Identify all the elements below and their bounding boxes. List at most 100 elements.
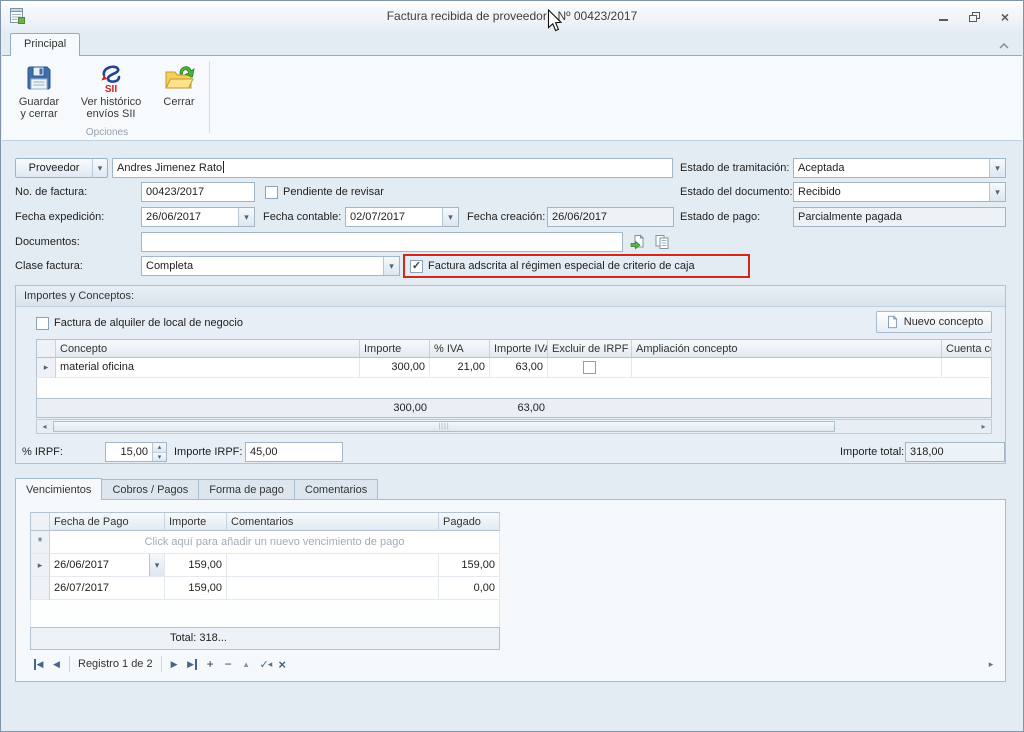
importe-total-field: 318,00	[905, 442, 1005, 462]
concepto-row[interactable]: ▸ material oficina 300,00 21,00 63,00	[36, 358, 992, 378]
titlebar[interactable]: Factura recibida de proveedor - Nº 00423…	[1, 1, 1023, 31]
copy-document-button[interactable]	[652, 232, 672, 252]
nav-edit-button[interactable]: ▲	[238, 656, 255, 673]
spin-down-button[interactable]: ▾	[153, 452, 166, 462]
nuevo-concepto-button[interactable]: Nuevo concepto	[876, 311, 992, 333]
pct-iva-cell[interactable]: 21,00	[430, 358, 490, 378]
comentarios-cell[interactable]	[227, 554, 439, 577]
comentarios-cell[interactable]	[227, 577, 439, 600]
cuenta-cell[interactable]	[942, 358, 992, 378]
column-header-importe-iva[interactable]: Importe IVA	[490, 339, 548, 358]
tab-comentarios[interactable]: Comentarios	[295, 479, 378, 500]
panel-scroll-right-button[interactable]: ▸	[983, 656, 999, 672]
column-header-ampliacion[interactable]: Ampliación concepto	[632, 339, 942, 358]
importe-cell[interactable]: 300,00	[360, 358, 430, 378]
cerrar-button[interactable]: Cerrar	[154, 59, 204, 125]
scroll-thumb[interactable]: ||||	[53, 421, 835, 432]
estado-documento-dropdown-button[interactable]: ▾	[989, 183, 1005, 201]
importe-irpf-input[interactable]: 45,00	[245, 442, 343, 462]
fecha-expedicion-picker[interactable]: 26/06/2017 ▾	[141, 207, 255, 227]
tab-forma-pago[interactable]: Forma de pago	[199, 479, 295, 500]
ampliacion-cell[interactable]	[632, 358, 942, 378]
vencimientos-header-row: Fecha de Pago Importe Comentarios Pagado	[30, 512, 500, 531]
nav-next-button[interactable]: ▶	[166, 656, 183, 673]
documentos-value	[142, 233, 622, 251]
estado-tramitacion-dropdown-button[interactable]: ▾	[989, 159, 1005, 177]
fecha-pago-cell[interactable]: 26/07/2017	[50, 577, 165, 600]
nav-add-button[interactable]: +	[202, 656, 219, 673]
excluir-irpf-checkbox[interactable]	[583, 361, 596, 374]
clase-factura-combo[interactable]: Completa ▾	[141, 256, 400, 276]
fecha-expedicion-dropdown-button[interactable]: ▾	[238, 208, 254, 226]
tab-principal[interactable]: Principal	[10, 33, 80, 56]
criterio-caja-highlight[interactable]: ✓ Factura adscrita al régimen especial d…	[403, 254, 750, 278]
fecha-pago-cell[interactable]: 26/06/2017 ▾	[50, 554, 165, 577]
column-header-excluir-irpf[interactable]: Excluir de IRPF	[548, 339, 632, 358]
pendiente-revisar-checkbox[interactable]: Pendiente de revisar	[265, 182, 384, 202]
column-header-comentarios[interactable]: Comentarios	[227, 512, 439, 531]
payment-row[interactable]: ▸ 26/06/2017 ▾ 159,00 159,00	[30, 554, 500, 577]
tab-vencimientos[interactable]: Vencimientos	[15, 478, 102, 500]
estado-documento-combo[interactable]: Recibido ▾	[793, 182, 1006, 202]
estado-pago-value: Parcialmente pagada	[794, 208, 1005, 226]
column-header-cuenta[interactable]: Cuenta co	[942, 339, 992, 358]
column-header-importe[interactable]: Importe	[165, 512, 227, 531]
proveedor-dropdown-button[interactable]: ▾	[92, 159, 107, 177]
footer-total: Total: 318...	[170, 628, 227, 649]
grid-empty-area	[36, 378, 992, 398]
alquiler-checkbox[interactable]: Factura de alquiler de local de negocio	[36, 313, 243, 333]
documentos-input[interactable]	[141, 232, 623, 252]
clase-factura-dropdown-button[interactable]: ▾	[383, 257, 399, 275]
fecha-contable-dropdown-button[interactable]: ▾	[442, 208, 458, 226]
importe-cell[interactable]: 159,00	[165, 577, 227, 600]
new-row-hint[interactable]: Click aquí para añadir un nuevo vencimie…	[50, 531, 500, 554]
minimize-button[interactable]	[931, 8, 955, 25]
nav-delete-button[interactable]: −	[220, 656, 237, 673]
column-header-pct-iva[interactable]: % IVA	[430, 339, 490, 358]
column-header-pagado[interactable]: Pagado	[439, 512, 500, 531]
excluir-irpf-cell[interactable]	[548, 358, 632, 378]
scroll-left-button[interactable]: ◂	[37, 420, 52, 433]
sii-history-label: Ver histórico envíos SII	[72, 96, 150, 120]
ribbon-collapse-button[interactable]	[999, 40, 1009, 52]
proveedor-button[interactable]: Proveedor ▾	[15, 158, 108, 178]
chevron-down-icon: ▾	[995, 164, 1000, 173]
nav-first-button[interactable]: ◀	[30, 656, 47, 673]
nav-last-button[interactable]: ▶	[184, 656, 201, 673]
svg-text:SII: SII	[105, 84, 117, 94]
scroll-right-button[interactable]: ▸	[976, 420, 991, 433]
cerrar-label: Cerrar	[163, 96, 194, 108]
tab-cobros-pagos[interactable]: Cobros / Pagos	[102, 479, 199, 500]
last-record-icon: ▶	[187, 659, 197, 670]
importe-irpf-value: 45,00	[246, 443, 342, 461]
sii-history-button[interactable]: SII Ver histórico envíos SII	[72, 59, 150, 125]
pagado-cell[interactable]: 0,00	[439, 577, 500, 600]
new-row[interactable]: * Click aquí para añadir un nuevo vencim…	[30, 531, 500, 554]
attach-document-button[interactable]	[628, 232, 648, 252]
nav-prev-button[interactable]: ◀	[48, 656, 65, 673]
spin-up-button[interactable]: ▴	[153, 443, 166, 452]
conceptos-header-row: Concepto Importe % IVA Importe IVA Exclu…	[36, 339, 992, 358]
fecha-pago-dropdown-button[interactable]: ▾	[149, 554, 164, 576]
close-button[interactable]: ×	[993, 8, 1017, 25]
importe-iva-cell[interactable]: 63,00	[490, 358, 548, 378]
row-indicator-cell: ▸	[36, 358, 56, 378]
concepto-cell[interactable]: material oficina	[56, 358, 360, 378]
panel-scroll-left-button[interactable]: ◂	[262, 656, 278, 672]
restore-button[interactable]	[962, 8, 986, 25]
grid-hscrollbar[interactable]: ◂ |||| ▸	[36, 419, 992, 434]
row-indicator-icon: ▸	[38, 560, 43, 570]
column-header-importe[interactable]: Importe	[360, 339, 430, 358]
pct-irpf-spinner[interactable]: 15,00 ▴ ▾	[105, 442, 167, 462]
criterio-caja-checkbox[interactable]: ✓	[410, 260, 423, 273]
save-close-button[interactable]: Guardar y cerrar	[10, 59, 68, 125]
payment-row[interactable]: 26/07/2017 159,00 0,00	[30, 577, 500, 600]
estado-tramitacion-combo[interactable]: Aceptada ▾	[793, 158, 1006, 178]
column-header-fecha-pago[interactable]: Fecha de Pago	[50, 512, 165, 531]
column-header-concepto[interactable]: Concepto	[56, 339, 360, 358]
no-factura-input[interactable]: 00423/2017	[141, 182, 255, 202]
proveedor-name-input[interactable]: Andres Jimenez Rato	[112, 158, 673, 178]
fecha-contable-picker[interactable]: 02/07/2017 ▾	[345, 207, 459, 227]
pagado-cell[interactable]: 159,00	[439, 554, 500, 577]
importe-cell[interactable]: 159,00	[165, 554, 227, 577]
